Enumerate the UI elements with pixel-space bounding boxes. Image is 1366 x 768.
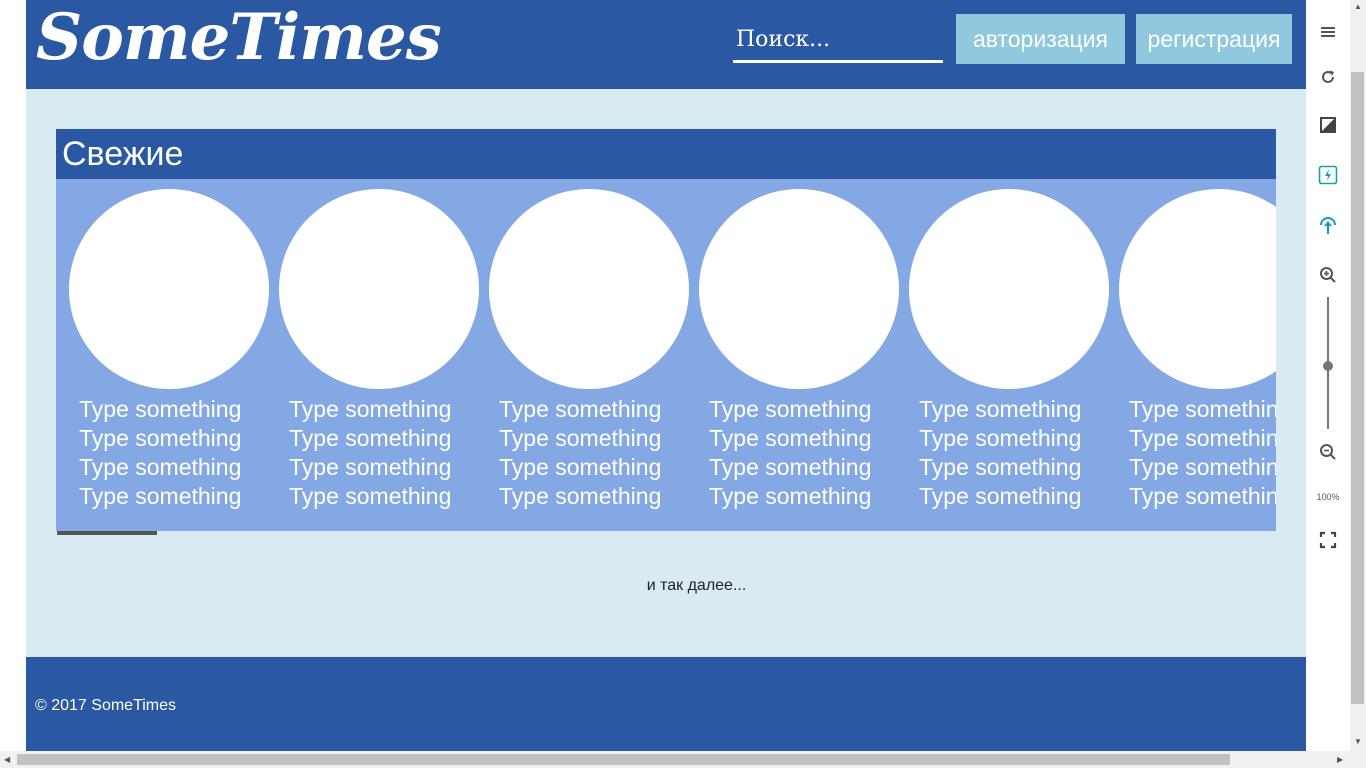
card-line: Type something bbox=[709, 425, 872, 451]
card-line: Type something bbox=[79, 483, 242, 509]
site-header: SomeTimes Поиск... авторизация регистрац… bbox=[26, 0, 1306, 89]
register-button[interactable]: регистрация bbox=[1136, 14, 1292, 64]
card[interactable]: Type something Type something Type somet… bbox=[489, 179, 689, 531]
card-line: Type something bbox=[1129, 483, 1276, 509]
card-line: Type something bbox=[709, 396, 872, 422]
card-line: Type something bbox=[79, 425, 242, 451]
search-input[interactable]: Поиск... bbox=[733, 20, 943, 63]
card-line: Type something bbox=[1129, 396, 1276, 422]
card-line: Type something bbox=[499, 396, 662, 422]
card-image[interactable] bbox=[699, 189, 899, 389]
more-text: и так далее... bbox=[646, 577, 747, 594]
scroll-left-arrow-icon[interactable]: ◀ bbox=[4, 755, 10, 765]
horizontal-scrollbar[interactable]: ◀ ▶ bbox=[0, 751, 1366, 768]
card-line: Type something bbox=[919, 425, 1082, 451]
card-image[interactable] bbox=[279, 189, 479, 389]
side-toolbar: 100% bbox=[1306, 0, 1350, 751]
card[interactable]: Type something Type something Type somet… bbox=[909, 179, 1109, 531]
fullscreen-icon[interactable] bbox=[1312, 524, 1344, 556]
zoom-out-icon[interactable] bbox=[1312, 436, 1344, 468]
card-text: Type something Type something Type somet… bbox=[919, 395, 1119, 511]
login-button[interactable]: авторизация bbox=[956, 14, 1125, 64]
card-image[interactable] bbox=[909, 189, 1109, 389]
browser-viewport: SomeTimes Поиск... авторизация регистрац… bbox=[0, 0, 1366, 768]
card-text: Type something Type something Type somet… bbox=[499, 395, 699, 511]
card-line: Type something bbox=[919, 396, 1082, 422]
card-text: Type something Type something Type somet… bbox=[289, 395, 489, 511]
card-image[interactable] bbox=[69, 189, 269, 389]
vertical-scroll-thumb[interactable] bbox=[1351, 72, 1364, 704]
section-title: Свежие bbox=[56, 129, 1276, 179]
card-line: Type something bbox=[289, 483, 452, 509]
card-image[interactable] bbox=[1119, 189, 1276, 389]
card-line: Type something bbox=[709, 454, 872, 480]
card-image[interactable] bbox=[489, 189, 689, 389]
zoom-in-icon[interactable] bbox=[1312, 259, 1344, 291]
card-line: Type something bbox=[499, 454, 662, 480]
card[interactable]: Type something Type something Type somet… bbox=[1119, 179, 1276, 531]
zoom-level: 100% bbox=[1316, 492, 1340, 502]
card-line: Type something bbox=[499, 425, 662, 451]
card-text: Type something Type something Type somet… bbox=[79, 395, 279, 511]
card-line: Type something bbox=[1129, 454, 1276, 480]
card-line: Type something bbox=[919, 483, 1082, 509]
card-line: Type something bbox=[1129, 425, 1276, 451]
card-line: Type something bbox=[79, 454, 242, 480]
card-line: Type something bbox=[289, 454, 452, 480]
page: SomeTimes Поиск... авторизация регистрац… bbox=[26, 0, 1306, 751]
horizontal-scroll-thumb[interactable] bbox=[17, 754, 1230, 765]
copyright-text: © 2017 SomeTimes bbox=[35, 697, 177, 714]
flash-icon[interactable] bbox=[1312, 159, 1344, 191]
card[interactable]: Type something Type something Type somet… bbox=[279, 179, 479, 531]
upload-icon[interactable] bbox=[1312, 210, 1344, 242]
scroll-up-arrow-icon[interactable]: ▲ bbox=[1354, 2, 1362, 12]
zoom-slider-handle[interactable] bbox=[1323, 361, 1333, 371]
scroll-down-arrow-icon[interactable]: ▼ bbox=[1354, 737, 1362, 747]
vertical-scrollbar[interactable]: ▲ ▼ bbox=[1350, 0, 1366, 751]
card-line: Type something bbox=[499, 483, 662, 509]
fresh-section: Свежие Type something Type something Typ… bbox=[56, 129, 1276, 531]
site-footer: © 2017 SomeTimes bbox=[26, 657, 1306, 751]
card-line: Type something bbox=[709, 483, 872, 509]
card-line: Type something bbox=[79, 396, 242, 422]
scroll-right-arrow-icon[interactable]: ▶ bbox=[1337, 755, 1343, 765]
contrast-icon[interactable] bbox=[1312, 109, 1344, 141]
carousel-scroll-indicator[interactable] bbox=[57, 531, 157, 535]
menu-icon[interactable] bbox=[1312, 16, 1344, 48]
card[interactable]: Type something Type something Type somet… bbox=[69, 179, 269, 531]
card[interactable]: Type something Type something Type somet… bbox=[699, 179, 899, 531]
card-line: Type something bbox=[919, 454, 1082, 480]
card-text: Type something Type something Type somet… bbox=[1129, 395, 1276, 511]
site-logo[interactable]: SomeTimes bbox=[36, 0, 442, 78]
refresh-icon[interactable] bbox=[1312, 61, 1344, 93]
card-text: Type something Type something Type somet… bbox=[709, 395, 909, 511]
card-line: Type something bbox=[289, 425, 452, 451]
cards-carousel[interactable]: Type something Type something Type somet… bbox=[56, 179, 1276, 531]
card-line: Type something bbox=[289, 396, 452, 422]
